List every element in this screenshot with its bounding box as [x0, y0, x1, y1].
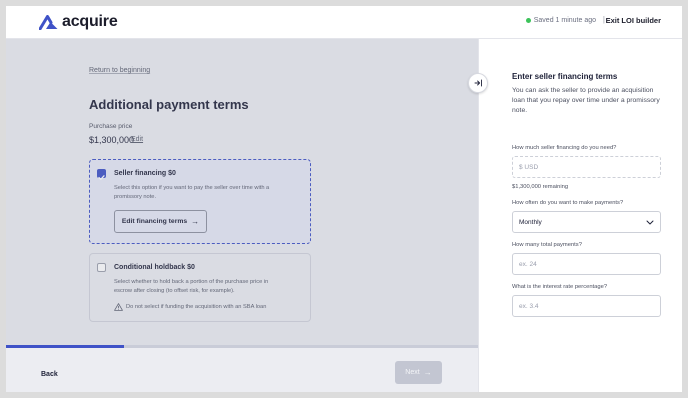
panel-title: Enter seller financing terms [512, 72, 618, 81]
financing-amount-label: How much seller financing do you need? [512, 145, 617, 151]
total-payments-input[interactable]: ex. 24 [512, 253, 661, 275]
brand-logo[interactable]: acquire [39, 14, 118, 30]
interest-rate-label: What is the interest rate percentage? [512, 284, 608, 290]
page-title: Additional payment terms [89, 97, 249, 112]
status-dot-icon [525, 18, 531, 23]
seller-financing-option[interactable]: Seller financing $0 Select this option i… [89, 159, 311, 244]
payment-frequency-value: Monthly [519, 218, 542, 226]
next-button[interactable]: Next → [395, 361, 442, 384]
checkmark-icon [98, 175, 105, 180]
seller-financing-panel: Enter seller financing terms You can ask… [478, 39, 682, 392]
seller-financing-checkbox[interactable] [97, 169, 106, 180]
financing-remaining-text: $1,300,000 remaining [512, 184, 569, 190]
acquire-logo-icon [39, 14, 58, 30]
purchase-price-value: $1,300,000 [89, 135, 135, 145]
purchase-price-label: Purchase price [89, 123, 133, 130]
arrow-right-icon: → [191, 217, 200, 226]
main-content: Return to beginning Additional payment t… [6, 39, 478, 392]
sba-warning-text: Do not select if funding the acquisition… [126, 304, 267, 310]
payment-frequency-select[interactable]: Monthly [512, 211, 661, 233]
conditional-holdback-checkbox[interactable] [97, 263, 106, 272]
save-status: Saved 1 minute ago [525, 17, 596, 24]
panel-description: You can ask the seller to provide an acq… [512, 87, 660, 114]
seller-financing-description: Select this option if you want to pay th… [114, 185, 270, 200]
sba-warning: Do not select if funding the acquisition… [114, 303, 266, 311]
save-status-text: Saved 1 minute ago [533, 17, 596, 24]
return-to-beginning-link[interactable]: Return to beginning [89, 67, 150, 74]
footer-nav: Back Next → [6, 348, 478, 392]
edit-financing-terms-button[interactable]: Edit financing terms → [114, 210, 207, 233]
edit-financing-terms-label: Edit financing terms [121, 218, 188, 225]
seller-financing-title: Seller financing $0 [114, 170, 176, 177]
collapse-panel-button[interactable] [468, 73, 488, 93]
chevron-down-icon [646, 220, 654, 224]
brand-name: acquire [62, 13, 118, 30]
app-frame: acquire Saved 1 minute ago | Exit LOI bu… [6, 6, 682, 392]
collapse-right-icon [474, 79, 482, 87]
exit-loi-builder-link[interactable]: Exit LOI builder [606, 16, 661, 25]
back-button[interactable]: Back [41, 371, 58, 378]
top-header: acquire Saved 1 minute ago | Exit LOI bu… [6, 6, 682, 39]
payment-frequency-label: How often do you want to make payments? [512, 200, 624, 206]
conditional-holdback-option[interactable]: Conditional holdback $0 Select whether t… [89, 253, 311, 322]
purchase-price-edit-link[interactable]: Edit [131, 136, 143, 143]
conditional-holdback-title: Conditional holdback $0 [114, 264, 195, 271]
interest-rate-input[interactable]: ex. 3.4 [512, 295, 661, 317]
total-payments-label: How many total payments? [512, 242, 582, 248]
conditional-holdback-description: Select whether to hold back a portion of… [114, 279, 269, 294]
warning-triangle-icon [114, 303, 123, 311]
next-button-label: Next [405, 369, 420, 376]
financing-amount-input[interactable]: $ USD [512, 156, 661, 178]
arrow-right-icon: → [423, 368, 432, 377]
